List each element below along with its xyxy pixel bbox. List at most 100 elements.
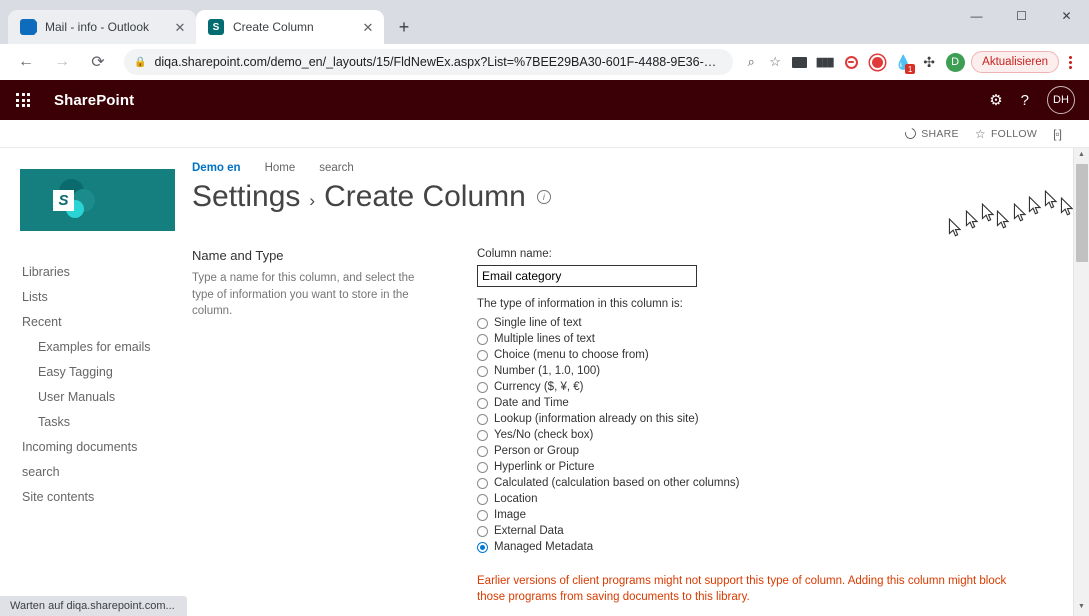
radio-managed-metadata[interactable]: Managed Metadata: [477, 539, 1073, 555]
zoom-icon[interactable]: ⌕: [739, 54, 763, 70]
maximize-button[interactable]: ☐: [999, 0, 1044, 32]
sharepoint-icon: S: [208, 19, 224, 35]
page-title: Settings › Create Column i: [188, 180, 1073, 214]
radio-icon[interactable]: [477, 366, 488, 377]
record-extension-icon[interactable]: [865, 50, 889, 74]
radio-date-and-time[interactable]: Date and Time: [477, 395, 1073, 411]
section-description: Type a name for this column, and select …: [192, 270, 424, 320]
close-icon[interactable]: ✕: [172, 19, 188, 35]
sidebar-item-search[interactable]: search: [0, 459, 188, 484]
radio-number[interactable]: Number (1, 1.0, 100): [477, 363, 1073, 379]
left-navigation: S Libraries Lists Recent Examples for em…: [0, 148, 188, 616]
radio-label: Lookup (information already on this site…: [494, 413, 699, 425]
radio-location[interactable]: Location: [477, 491, 1073, 507]
sidebar-item-incoming-documents[interactable]: Incoming documents: [0, 434, 188, 459]
radio-icon[interactable]: [477, 414, 488, 425]
new-tab-button[interactable]: +: [390, 13, 418, 41]
browser-tab-outlook[interactable]: Mail - info - Outlook ✕: [8, 10, 196, 44]
radio-currency[interactable]: Currency ($, ¥, €): [477, 379, 1073, 395]
radio-person-or-group[interactable]: Person or Group: [477, 443, 1073, 459]
radio-label: Image: [494, 509, 526, 521]
help-icon[interactable]: ?: [1021, 92, 1029, 109]
radio-lookup[interactable]: Lookup (information already on this site…: [477, 411, 1073, 427]
share-button[interactable]: SHARE: [905, 128, 959, 140]
sidebar-item-easy-tagging[interactable]: Easy Tagging: [0, 359, 188, 384]
radio-image[interactable]: Image: [477, 507, 1073, 523]
sidebar-item-user-manuals[interactable]: User Manuals: [0, 384, 188, 409]
radio-multiple-lines-of-text[interactable]: Multiple lines of text: [477, 331, 1073, 347]
main-column: Demo en Home search Settings › Create Co…: [188, 148, 1073, 616]
vertical-scrollbar[interactable]: ▲ ▼: [1073, 148, 1089, 616]
back-icon[interactable]: ←: [12, 48, 40, 76]
sidebar-item-site-contents[interactable]: Site contents: [0, 484, 188, 509]
radio-label: Currency ($, ¥, €): [494, 381, 583, 393]
radio-icon[interactable]: [477, 494, 488, 505]
radio-icon[interactable]: [477, 478, 488, 489]
kebab-menu-icon[interactable]: [1059, 56, 1081, 69]
close-icon[interactable]: ✕: [360, 19, 376, 35]
sidebar-item-examples-for-emails[interactable]: Examples for emails: [0, 334, 188, 359]
page-title-prefix[interactable]: Settings: [192, 180, 300, 214]
tab-title: Mail - info - Outlook: [45, 20, 172, 34]
breadcrumb-search[interactable]: search: [319, 162, 354, 174]
follow-button[interactable]: ☆ FOLLOW: [975, 127, 1037, 141]
sidebar-item-recent[interactable]: Recent: [0, 309, 188, 334]
radio-icon[interactable]: [477, 462, 488, 473]
star-icon[interactable]: ☆: [763, 54, 787, 70]
close-window-button[interactable]: ✕: [1044, 0, 1089, 32]
column-name-input[interactable]: [477, 265, 697, 287]
breadcrumb-site[interactable]: Demo en: [192, 162, 241, 174]
section-heading: Name and Type: [192, 248, 477, 263]
app-launcher-icon[interactable]: [8, 85, 38, 115]
radio-icon[interactable]: [477, 446, 488, 457]
sidebar-item-libraries[interactable]: Libraries: [0, 259, 188, 284]
puzzle-extensions-icon[interactable]: ✣: [917, 50, 941, 74]
user-avatar[interactable]: DH: [1047, 86, 1075, 114]
radio-icon[interactable]: [477, 382, 488, 393]
focus-on-content-button[interactable]: [▫]: [1053, 127, 1061, 141]
radio-icon[interactable]: [477, 526, 488, 537]
nav-list: Libraries Lists Recent Examples for emai…: [0, 259, 188, 509]
sidebar-item-tasks[interactable]: Tasks: [0, 409, 188, 434]
gear-icon[interactable]: ⚙: [989, 91, 1002, 109]
url-input[interactable]: 🔒 diqa.sharepoint.com/demo_en/_layouts/1…: [124, 49, 733, 75]
radio-icon[interactable]: [477, 398, 488, 409]
scroll-down-icon[interactable]: ▼: [1078, 600, 1085, 614]
forward-icon[interactable]: →: [48, 48, 76, 76]
radio-icon[interactable]: [477, 350, 488, 361]
radio-icon[interactable]: [477, 430, 488, 441]
record-stop-extension-icon[interactable]: [839, 50, 863, 74]
breadcrumb-home[interactable]: Home: [265, 162, 296, 174]
radio-hyperlink-or-picture[interactable]: Hyperlink or Picture: [477, 459, 1073, 475]
radio-icon[interactable]: [477, 318, 488, 329]
address-bar: ← → ⟳ 🔒 diqa.sharepoint.com/demo_en/_lay…: [0, 44, 1089, 80]
scrollbar-thumb[interactable]: [1076, 164, 1088, 262]
radio-label: Location: [494, 493, 537, 505]
form-description-column: Name and Type Type a name for this colum…: [192, 248, 477, 606]
text-extension-icon[interactable]: ███: [813, 50, 837, 74]
reload-icon[interactable]: ⟳: [84, 48, 112, 76]
avatar[interactable]: D: [943, 50, 967, 74]
suite-bar-actions: ⚙ ? DH: [989, 86, 1075, 114]
radio-calculated[interactable]: Calculated (calculation based on other c…: [477, 475, 1073, 491]
scroll-up-icon[interactable]: ▲: [1078, 148, 1085, 162]
browser-tab-create-column[interactable]: S Create Column ✕: [196, 10, 384, 44]
app-name[interactable]: SharePoint: [54, 92, 134, 109]
radio-icon[interactable]: [477, 542, 488, 553]
radio-single-line-of-text[interactable]: Single line of text: [477, 315, 1073, 331]
info-icon[interactable]: i: [537, 190, 551, 204]
share-label: SHARE: [921, 128, 959, 140]
radio-external-data[interactable]: External Data: [477, 523, 1073, 539]
droplet-extension-icon[interactable]: 💧 1: [891, 50, 915, 74]
radio-yes-no[interactable]: Yes/No (check box): [477, 427, 1073, 443]
page-viewport: SharePoint ⚙ ? DH SHARE ☆ FOLLOW [▫]: [0, 80, 1089, 616]
sidebar-item-lists[interactable]: Lists: [0, 284, 188, 309]
radio-icon[interactable]: [477, 334, 488, 345]
extensions-area: ███ 💧 1 ✣ D: [787, 50, 967, 74]
update-button[interactable]: Aktualisieren: [971, 51, 1059, 73]
radio-icon[interactable]: [477, 510, 488, 521]
radio-choice[interactable]: Choice (menu to choose from): [477, 347, 1073, 363]
radio-label: Choice (menu to choose from): [494, 349, 649, 361]
screen-capture-extension-icon[interactable]: [787, 50, 811, 74]
minimize-button[interactable]: —: [954, 0, 999, 32]
